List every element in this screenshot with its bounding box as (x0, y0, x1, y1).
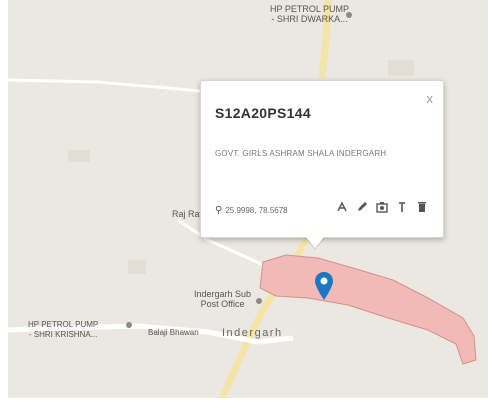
camera-icon[interactable] (375, 199, 389, 215)
poi-dot[interactable] (346, 12, 352, 18)
info-icon[interactable] (395, 199, 409, 215)
place-label-indergarh-sub-post-office[interactable]: Indergarh Sub Post Office (194, 289, 251, 309)
location-pin-icon: ⚲ (215, 205, 223, 216)
popup-description: GOVT. GIRLS ASHRAM SHALA INDERGARH (215, 149, 387, 158)
location-marker-icon[interactable] (314, 271, 334, 306)
screenshot-frame: HP PETROL PUMP - SHRI DWARKA... Raj Ray … (0, 0, 495, 405)
place-label-petrol-bottom[interactable]: HP PETROL PUMP - SHRI KRISHNA... (28, 320, 98, 340)
minor-road (8, 78, 209, 94)
popup-tail-fill (306, 237, 324, 248)
info-popup: x S12A20PS144 GOVT. GIRLS ASHRAM SHALA I… (200, 80, 444, 238)
place-label-balaji-bhawan[interactable]: Balaji Bhawan (148, 328, 199, 338)
selected-region[interactable] (259, 254, 477, 365)
delete-icon[interactable] (415, 199, 429, 215)
close-icon[interactable]: x (427, 91, 434, 106)
poi-dot[interactable] (126, 322, 132, 328)
place-label-indergarh[interactable]: Indergarh (222, 328, 283, 339)
measure-icon[interactable] (335, 199, 349, 215)
place-label-petrol-top[interactable]: HP PETROL PUMP - SHRI DWARKA... (270, 4, 349, 24)
coordinates-text: 25.9998, 78.5678 (225, 206, 288, 215)
poi-dot[interactable] (256, 298, 262, 304)
map-block (68, 150, 90, 162)
map-block (388, 60, 414, 76)
popup-coordinates: ⚲ 25.9998, 78.5678 (215, 205, 288, 216)
map-block (128, 260, 146, 274)
popup-toolbar (335, 199, 429, 215)
popup-title: S12A20PS144 (215, 105, 311, 121)
edit-icon[interactable] (355, 199, 369, 215)
